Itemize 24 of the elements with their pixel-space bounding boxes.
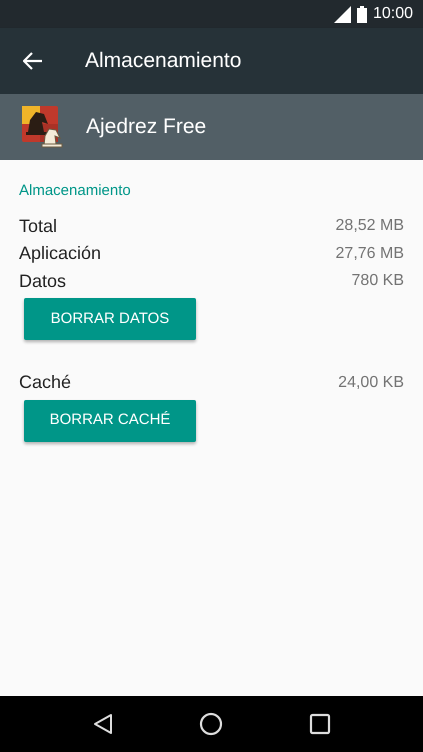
back-triangle-icon <box>92 713 112 735</box>
storage-label: Caché <box>19 371 72 394</box>
back-arrow-icon <box>23 52 43 70</box>
storage-label: Aplicación <box>19 242 102 266</box>
clock: 10:00 <box>372 4 413 24</box>
chess-knight-icon <box>22 106 64 148</box>
app-name: Ajedrez Free <box>86 114 206 140</box>
storage-value: 27,76 MB <box>336 244 404 264</box>
storage-value: 780 KB <box>352 271 404 292</box>
clear-button[interactable]: BORRAR DATOS <box>24 298 196 340</box>
recents-button[interactable] <box>308 713 330 735</box>
home-button[interactable] <box>198 712 222 736</box>
section-header: Almacenamiento <box>19 181 132 201</box>
battery-icon <box>356 6 367 22</box>
signal-icon <box>334 6 351 22</box>
storage-value: 28,52 MB <box>336 216 404 236</box>
home-circle-icon <box>198 712 222 736</box>
recents-square-icon <box>308 713 330 735</box>
screen-title: Almacenamiento <box>85 48 242 74</box>
storage-value: 24,00 KB <box>338 372 404 393</box>
storage-label: Datos <box>19 270 66 293</box>
storage-label: Total <box>19 214 58 238</box>
back-nav-button[interactable] <box>92 713 112 735</box>
clear-button[interactable]: BORRAR CACHÉ <box>24 400 196 442</box>
